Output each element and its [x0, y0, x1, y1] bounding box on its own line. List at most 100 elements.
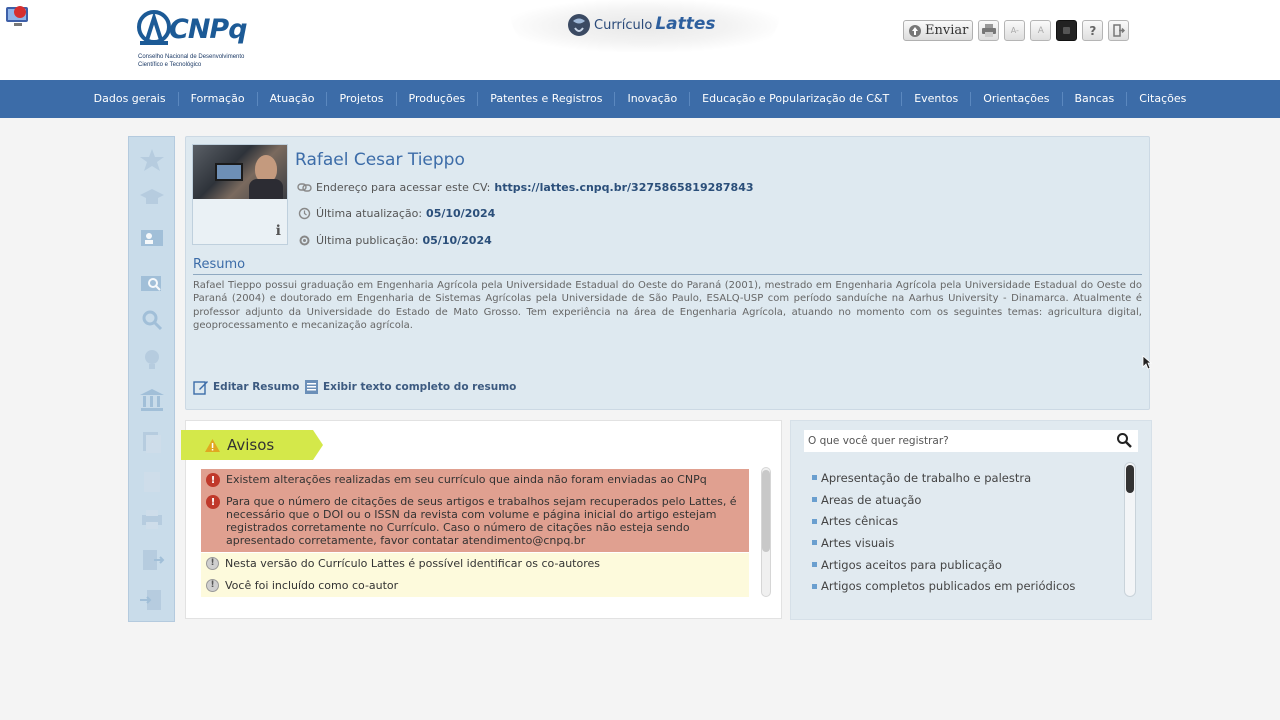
error-alert: ! Para que o número de citações de seus … [201, 495, 741, 547]
note-alert: ! Você foi incluído como co-autor [201, 579, 740, 592]
edit-icon [193, 381, 208, 395]
cnpq-logo-subtitle: Conselho Nacional de Desenvolvimento Cie… [138, 54, 245, 68]
main-nav: Dados gerais Formação Atuação Projetos P… [0, 80, 1280, 118]
header: CNPq Conselho Nacional de Desenvolviment… [0, 0, 1280, 80]
upload-icon [909, 24, 921, 37]
app-title-prefix: Currículo [594, 18, 653, 33]
print-icon [981, 24, 996, 37]
graduation-cap-icon[interactable] [138, 185, 166, 211]
list-item[interactable]: Apresentação de trabalho e palestra [812, 467, 1122, 489]
cv-address-row: Endereço para acessar este CV: https://l… [297, 181, 754, 194]
cnpq-logo-icon [137, 10, 171, 45]
print-button[interactable] [978, 20, 1000, 41]
document-export-icon[interactable] [138, 547, 166, 573]
error-icon: ! [206, 495, 220, 509]
nav-item-dados-gerais[interactable]: Dados gerais [82, 92, 178, 106]
nav-item-atuacao[interactable]: Atuação [256, 92, 327, 106]
note-alert: ! Nesta versão do Currículo Lattes é pos… [201, 557, 740, 570]
nav-item-eventos[interactable]: Eventos [901, 92, 970, 106]
last-update-date: 05/10/2024 [426, 207, 496, 220]
note-alert-text: Nesta versão do Currículo Lattes é possí… [225, 557, 600, 570]
logout-button[interactable] [1108, 20, 1130, 41]
profile-photo[interactable] [193, 145, 287, 199]
note-icon: ! [206, 579, 219, 592]
bullet-icon [812, 540, 817, 546]
cv-address-url[interactable]: https://lattes.cnpq.br/3275865819287843 [494, 181, 753, 194]
list-item[interactable]: Artigos completos publicados em periódic… [812, 575, 1122, 597]
book-icon[interactable] [138, 469, 166, 495]
list-item[interactable]: Areas de atuação [812, 489, 1122, 511]
info-icon[interactable]: ℹ [276, 223, 281, 239]
list-item[interactable]: Artes cênicas [812, 510, 1122, 532]
bullet-icon [812, 583, 817, 589]
magnifier-icon[interactable] [138, 307, 166, 333]
cv-address-label: Endereço para acessar este CV: [316, 181, 491, 194]
nav-item-patentes[interactable]: Patentes e Registros [477, 92, 614, 106]
nav-item-producoes[interactable]: Produções [395, 92, 478, 106]
avisos-title: Avisos [227, 436, 275, 454]
full-resumo-link[interactable]: Exibir texto completo do resumo [304, 379, 516, 395]
document-icon [305, 380, 318, 394]
send-button[interactable]: Enviar [903, 20, 974, 41]
error-alert-text: Para que o número de citações de seus ar… [226, 495, 737, 547]
desktop-shortcut-icon[interactable] [4, 3, 32, 29]
avisos-tab: Avisos [181, 430, 323, 460]
folder-search-icon[interactable] [138, 270, 166, 296]
lightbulb-icon[interactable] [138, 347, 166, 373]
nav-item-orientacoes[interactable]: Orientações [970, 92, 1061, 106]
bullet-icon [812, 497, 817, 503]
profile-photo-box: ℹ [192, 144, 288, 245]
refresh-icon [298, 207, 311, 220]
profile-panel: ℹ Rafael Cesar Tieppo Endereço para aces… [185, 136, 1150, 410]
mouse-cursor-icon [1142, 355, 1152, 370]
cnpq-logo[interactable]: CNPq Conselho Nacional de Desenvolviment… [137, 10, 262, 72]
list-item-label: Artigos completos publicados em periódic… [821, 579, 1076, 594]
document-import-icon[interactable] [138, 587, 166, 613]
last-update-label: Última atualização: [316, 207, 423, 220]
font-decrease-button[interactable]: A- [1004, 20, 1026, 41]
printer-icon[interactable] [138, 507, 166, 533]
list-item[interactable]: Artigos aceitos para publicação [812, 554, 1122, 576]
bullet-icon [812, 475, 817, 481]
nav-item-citacoes[interactable]: Citações [1126, 92, 1198, 106]
resumo-title: Resumo [193, 257, 246, 272]
avisos-scrollbar-thumb[interactable] [762, 470, 770, 552]
resumo-divider [193, 274, 1142, 275]
documents-icon[interactable] [138, 429, 166, 455]
edit-resumo-link[interactable]: Editar Resumo [193, 379, 299, 395]
help-button[interactable]: ? [1082, 20, 1104, 41]
register-scrollbar-thumb[interactable] [1126, 465, 1134, 493]
warning-icon [205, 438, 220, 452]
lattes-logo-icon [568, 14, 590, 36]
nav-item-formacao[interactable]: Formação [177, 92, 257, 106]
nav-item-bancas[interactable]: Bancas [1061, 92, 1127, 106]
font-increase-icon: A [1037, 25, 1044, 36]
error-icon: ! [206, 473, 220, 487]
send-button-label: Enviar [925, 23, 969, 38]
register-search-input[interactable] [804, 430, 1138, 452]
list-item-label: Apresentação de trabalho e palestra [821, 470, 1032, 485]
edit-resumo-label: Editar Resumo [213, 381, 300, 393]
list-item-label: Artes visuais [821, 535, 895, 550]
list-item[interactable]: Artes visuais [812, 532, 1122, 554]
note-icon: ! [206, 557, 219, 570]
institution-icon[interactable] [138, 387, 166, 413]
list-item-label: Areas de atuação [821, 492, 922, 507]
error-alert-text: Existem alterações realizadas em seu cur… [226, 473, 707, 486]
last-publication-label: Última publicação: [316, 234, 419, 247]
high-contrast-button[interactable] [1056, 20, 1078, 41]
gear-icon [299, 235, 310, 246]
star-icon[interactable] [138, 147, 166, 173]
header-toolbar: Enviar A- A ? [903, 20, 1130, 42]
search-icon[interactable] [1116, 432, 1132, 448]
nav-item-inovacao[interactable]: Inovação [614, 92, 689, 106]
register-list: Apresentação de trabalho e palestra Area… [812, 467, 1122, 597]
full-resumo-label: Exibir texto completo do resumo [323, 381, 517, 393]
bullet-icon [812, 562, 817, 568]
link-icon [297, 183, 312, 192]
font-increase-button[interactable]: A [1030, 20, 1052, 41]
cnpq-logo-text: CNPq [169, 14, 248, 45]
nav-item-projetos[interactable]: Projetos [326, 92, 395, 106]
nav-item-educacao[interactable]: Educação e Popularização de C&T [689, 92, 901, 106]
person-card-icon[interactable] [138, 225, 166, 251]
